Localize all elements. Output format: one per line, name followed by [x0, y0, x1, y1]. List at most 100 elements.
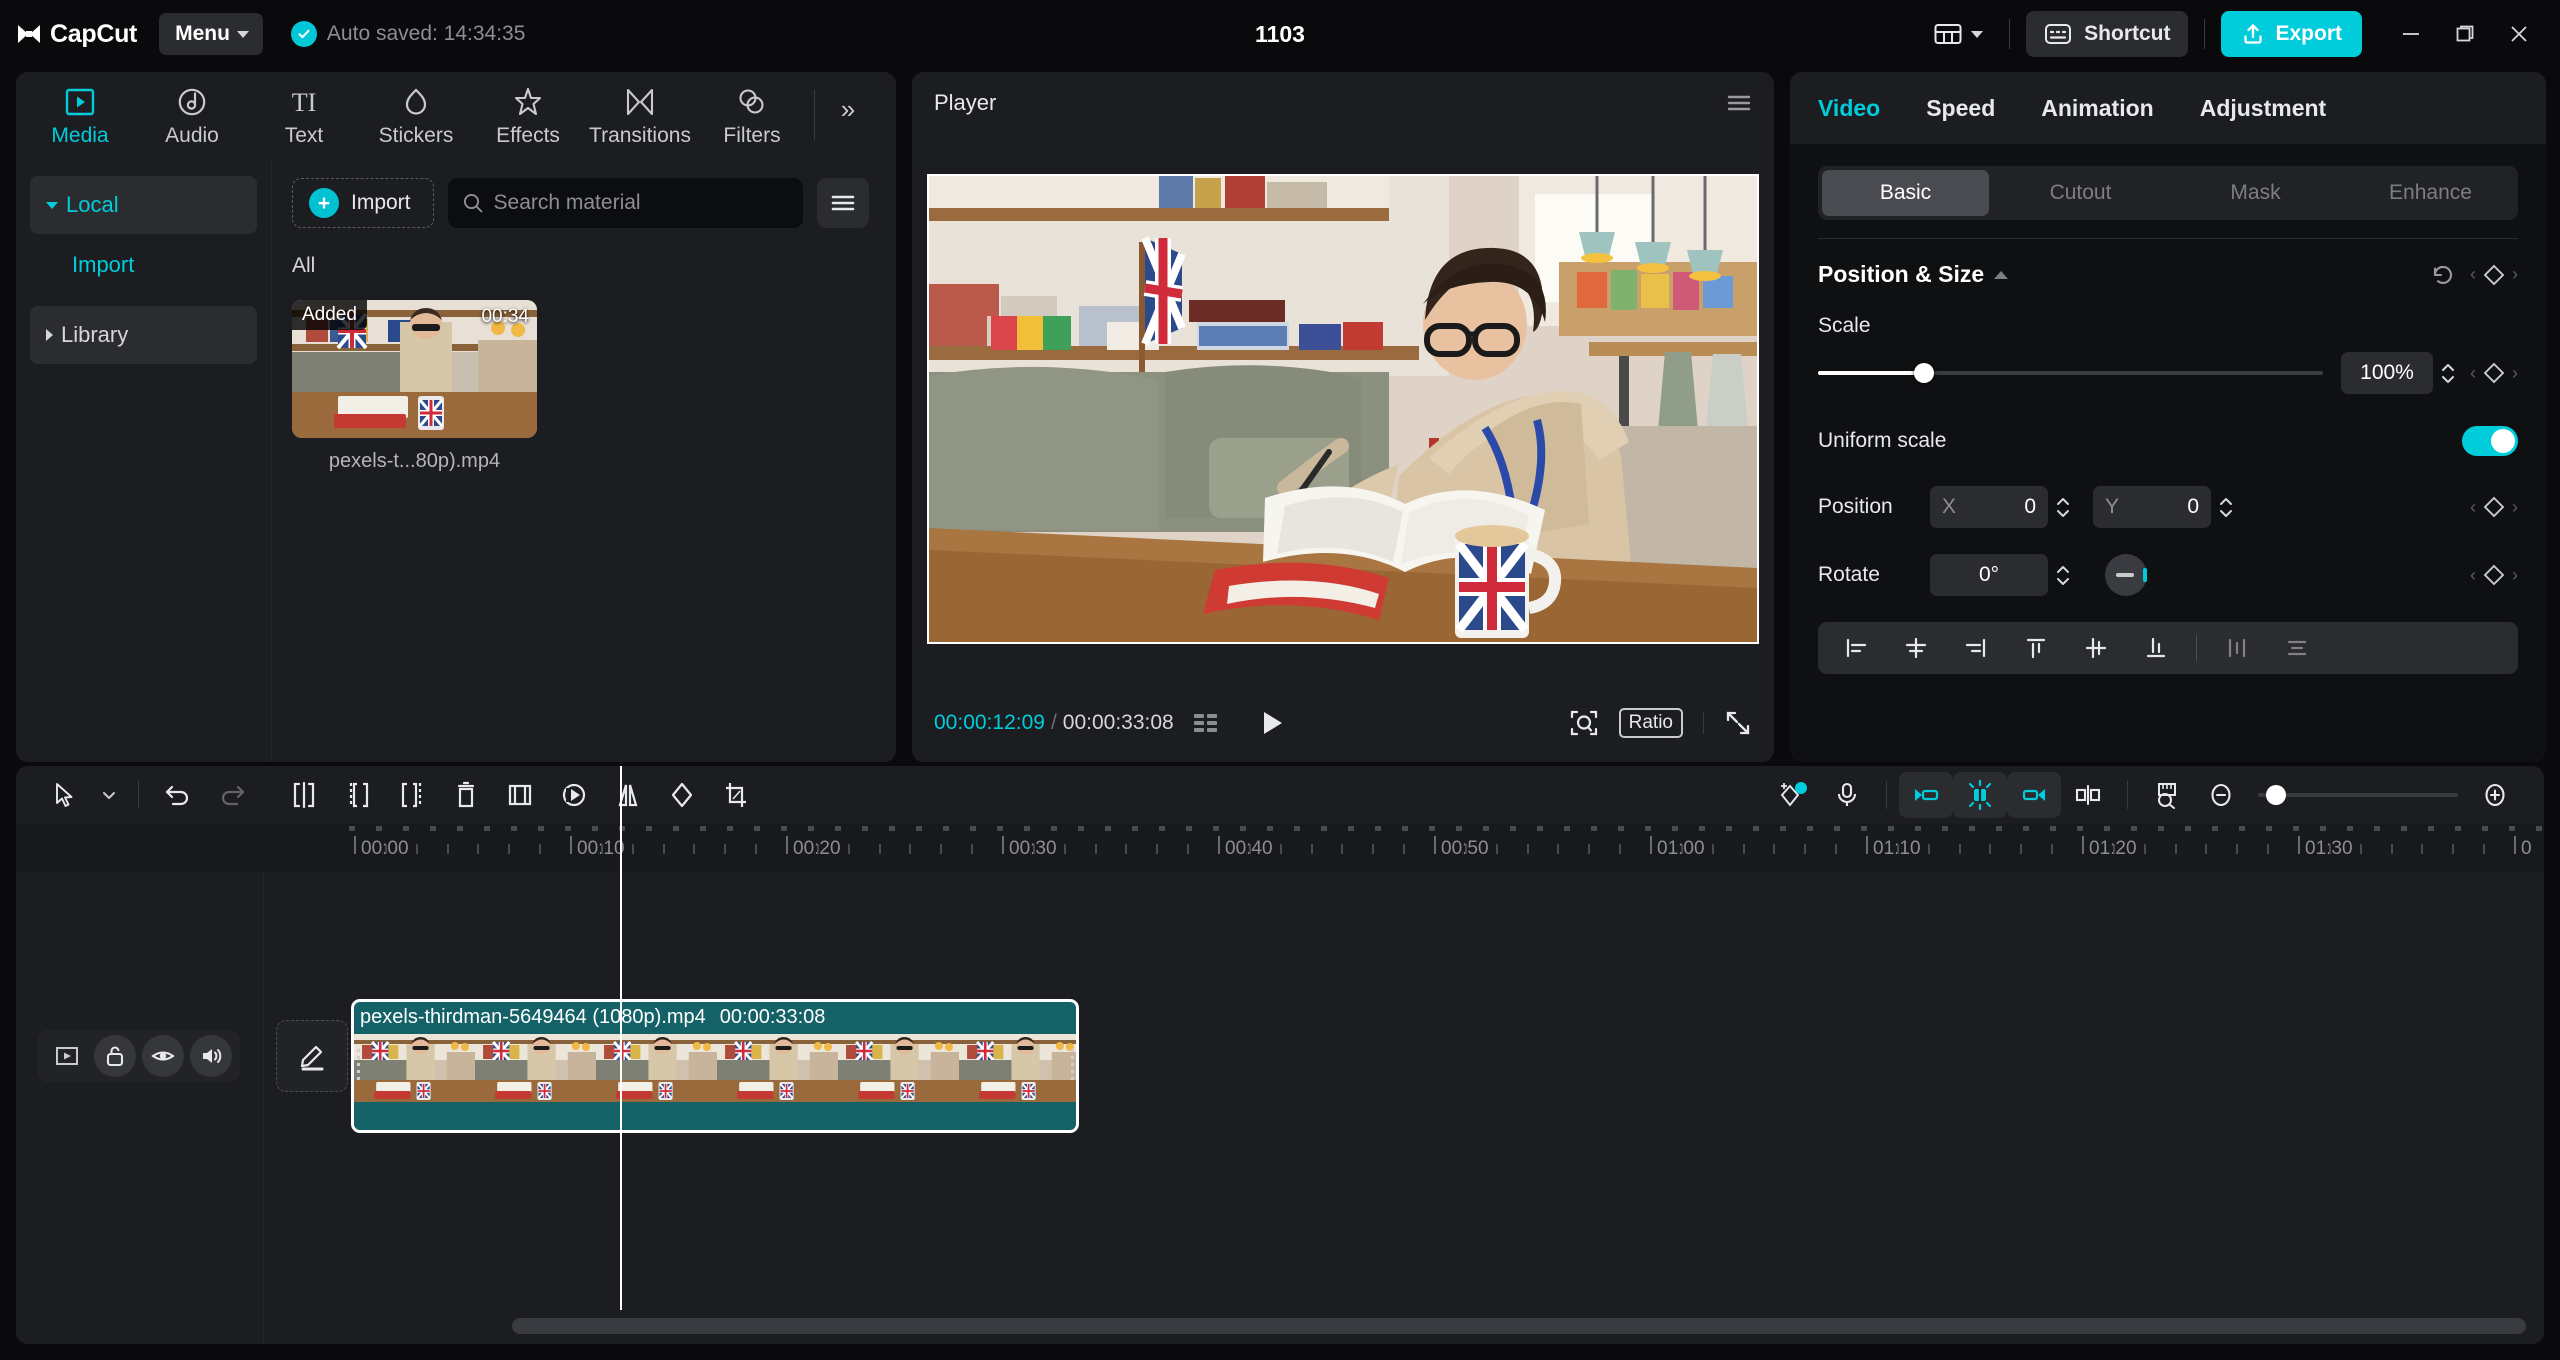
rotate-value[interactable]: 0°: [1930, 554, 2048, 596]
align-right-icon[interactable]: [1948, 626, 2004, 670]
select-tool-icon[interactable]: [38, 772, 92, 818]
shortcut-button[interactable]: Shortcut: [2026, 11, 2188, 57]
tab-speed[interactable]: Speed: [1926, 95, 1995, 122]
align-left-icon[interactable]: [1828, 626, 1884, 670]
keyframe-add-icon[interactable]: [1766, 772, 1820, 818]
edit-pencil-icon[interactable]: [276, 1020, 348, 1092]
snap-magnet-icon[interactable]: [1953, 772, 2007, 818]
chevron-right-icon[interactable]: ›: [2512, 497, 2518, 518]
ruler-zoom-icon[interactable]: [2140, 772, 2194, 818]
lock-icon[interactable]: [94, 1035, 136, 1077]
zoom-out-icon[interactable]: [2194, 772, 2248, 818]
eye-icon[interactable]: [142, 1035, 184, 1077]
distribute-horizontal-icon[interactable]: [2209, 626, 2265, 670]
player-menu-button[interactable]: [1726, 93, 1752, 113]
nav-tab-filters[interactable]: Filters: [696, 72, 808, 148]
media-filter-label[interactable]: All: [292, 254, 876, 278]
reverse-icon[interactable]: [547, 772, 601, 818]
search-input[interactable]: [494, 191, 789, 215]
minimize-button[interactable]: [2384, 7, 2438, 61]
align-bottom-icon[interactable]: [2128, 626, 2184, 670]
freeze-icon[interactable]: [655, 772, 709, 818]
chevron-left-icon[interactable]: ‹: [2470, 363, 2476, 384]
scale-value[interactable]: 100%: [2341, 352, 2433, 394]
nav-tab-transitions[interactable]: Transitions: [584, 72, 696, 148]
reset-icon[interactable]: [2430, 262, 2456, 288]
link-split-icon[interactable]: [2061, 772, 2115, 818]
nav-tab-media[interactable]: Media: [24, 72, 136, 148]
chevron-left-icon[interactable]: ‹: [2470, 565, 2476, 586]
timeline-zoom-slider[interactable]: [2258, 793, 2458, 797]
track-thumb-icon[interactable]: [46, 1035, 88, 1077]
timeline-canvas[interactable]: pexels-thirdman-5649464 (1080p).mp4 00:0…: [264, 872, 2544, 1344]
clip-handle-right[interactable]: [1068, 1002, 1076, 1130]
rotate-stepper[interactable]: [2055, 565, 2071, 586]
snap-prev-icon[interactable]: [1899, 772, 1953, 818]
align-center-horizontal-icon[interactable]: [1888, 626, 1944, 670]
redo-icon[interactable]: [205, 772, 259, 818]
uniform-scale-toggle[interactable]: [2462, 426, 2518, 456]
chevron-right-icon[interactable]: ›: [2512, 565, 2518, 586]
position-x-stepper[interactable]: [2055, 497, 2071, 518]
split-icon[interactable]: [277, 772, 331, 818]
volume-icon[interactable]: [190, 1035, 232, 1077]
crop-frame-icon[interactable]: [493, 772, 547, 818]
position-size-section-header[interactable]: Position & Size ‹ ›: [1818, 261, 2518, 288]
subtab-cutout[interactable]: Cutout: [1997, 170, 2164, 216]
fullscreen-icon[interactable]: [1724, 709, 1752, 737]
subtab-basic[interactable]: Basic: [1822, 170, 1989, 216]
nav-tab-effects[interactable]: Effects: [472, 72, 584, 148]
zoom-in-icon[interactable]: [2468, 772, 2522, 818]
record-icon[interactable]: [1820, 772, 1874, 818]
export-button[interactable]: Export: [2221, 11, 2362, 57]
media-card[interactable]: Added 00:34 pexels-t...80p).mp4: [292, 300, 537, 473]
nav-more-button[interactable]: »: [821, 72, 875, 125]
menu-button[interactable]: Menu: [159, 13, 263, 55]
scale-slider[interactable]: [1818, 371, 2323, 375]
play-button[interactable]: [1260, 709, 1286, 737]
timeline-ruler[interactable]: 00:0000:1000:2000:3000:4000:5001:0001:10…: [16, 824, 2544, 872]
subtab-mask[interactable]: Mask: [2172, 170, 2339, 216]
layout-switcher-button[interactable]: [1923, 13, 1993, 55]
timeline-clip-video[interactable]: pexels-thirdman-5649464 (1080p).mp4 00:0…: [354, 1002, 1076, 1130]
trim-left-icon[interactable]: [331, 772, 385, 818]
crop-icon[interactable]: [709, 772, 763, 818]
close-button[interactable]: [2492, 7, 2546, 61]
select-dropdown-icon[interactable]: [92, 772, 126, 818]
position-y-field[interactable]: Y 0: [2093, 486, 2211, 528]
tab-video[interactable]: Video: [1818, 95, 1880, 122]
search-box[interactable]: [448, 178, 803, 228]
distribute-vertical-icon[interactable]: [2269, 626, 2325, 670]
mirror-icon[interactable]: [601, 772, 655, 818]
chevron-right-icon[interactable]: ›: [2512, 363, 2518, 384]
import-button[interactable]: + Import: [292, 178, 434, 228]
chevron-left-icon[interactable]: ‹: [2470, 497, 2476, 518]
chevron-right-icon[interactable]: ›: [2512, 264, 2518, 285]
sidebar-item-local[interactable]: Local: [30, 176, 257, 234]
nav-tab-stickers[interactable]: Stickers: [360, 72, 472, 148]
chevron-up-icon[interactable]: [1994, 271, 2008, 279]
position-y-stepper[interactable]: [2218, 497, 2234, 518]
delete-icon[interactable]: [439, 772, 493, 818]
ratio-button[interactable]: Ratio: [1619, 708, 1683, 738]
position-x-field[interactable]: X 0: [1930, 486, 2048, 528]
snap-next-icon[interactable]: [2007, 772, 2061, 818]
keyframe-diamond-icon[interactable]: [2483, 264, 2505, 286]
chevron-left-icon[interactable]: ‹: [2470, 264, 2476, 285]
align-top-icon[interactable]: [2008, 626, 2064, 670]
subtab-enhance[interactable]: Enhance: [2347, 170, 2514, 216]
maximize-button[interactable]: [2438, 7, 2492, 61]
tab-animation[interactable]: Animation: [2041, 95, 2153, 122]
keyframe-diamond-icon[interactable]: [2483, 496, 2505, 518]
sidebar-item-import[interactable]: Import: [30, 234, 257, 296]
scale-stepper[interactable]: [2440, 363, 2456, 384]
align-center-vertical-icon[interactable]: [2068, 626, 2124, 670]
keyframe-diamond-icon[interactable]: [2483, 362, 2505, 384]
undo-icon[interactable]: [151, 772, 205, 818]
nav-tab-audio[interactable]: Audio: [136, 72, 248, 148]
timeline-horizontal-scrollbar[interactable]: [512, 1318, 2526, 1334]
tab-adjustment[interactable]: Adjustment: [2200, 95, 2327, 122]
frame-view-icon[interactable]: [1192, 711, 1220, 735]
rotate-dial[interactable]: [2105, 554, 2147, 596]
media-thumbnail[interactable]: Added 00:34: [292, 300, 537, 438]
